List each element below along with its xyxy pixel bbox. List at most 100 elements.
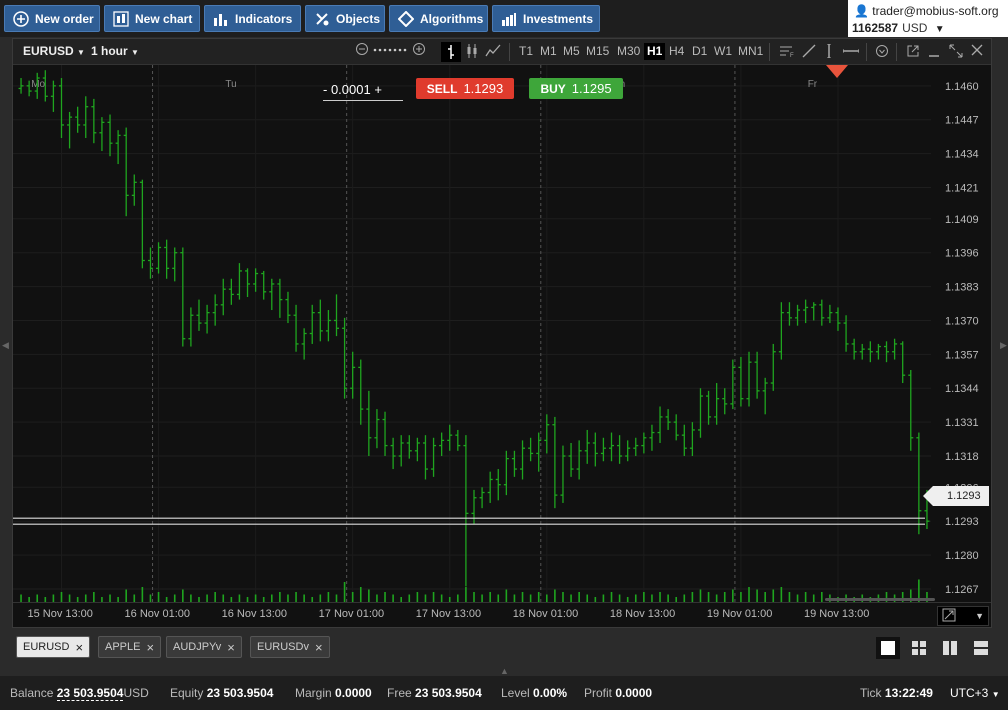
margin: Margin 0.0000 [295,686,372,700]
price-tick-label: 1.1267 [945,584,979,596]
zoom-in-icon[interactable] [412,42,426,59]
tab-audjpyv[interactable]: AUDJPYv × [166,636,242,658]
layout-rows-icon[interactable] [969,637,993,659]
sell-button[interactable]: SELL 1.1293 [416,78,514,99]
right-panel-handle[interactable]: ▶ [1000,340,1007,352]
account-panel[interactable]: 👤 trader@mobius-soft.org 1162587 USD ▼ [848,0,1008,37]
volume-bar [93,592,95,602]
volume-bar [812,594,815,602]
candle-chart-type-icon[interactable] [466,44,478,61]
zoom-slider[interactable] [373,42,409,59]
volume-bar [84,594,87,602]
volume-control[interactable]: - 0.0001 + [323,79,403,101]
timeframe-selector[interactable]: 1 hour ▼ [91,44,139,58]
scroll-to-end-marker[interactable] [826,65,848,81]
tab-eurusd[interactable]: EURUSD × [16,636,91,658]
volume-bar [562,592,564,602]
horizontal-lines-tool-icon[interactable]: F [779,44,795,61]
chart-settings-dropdown[interactable]: ▼ [937,606,989,626]
volume-value: - 0.0001 + [323,82,382,97]
volume-bar [182,589,184,602]
horizontal-line-tool-icon[interactable] [842,44,860,61]
left-panel-handle[interactable]: ◀ [2,340,9,352]
price-tick-label: 1.1280 [945,550,979,562]
close-icon[interactable] [971,43,983,60]
tf-m5[interactable]: M5 [563,44,580,58]
tab-apple[interactable]: APPLE × [98,636,162,658]
price-tick-label: 1.1370 [945,315,979,327]
volume-bar [554,589,556,602]
bar-chart-type-icon[interactable] [441,42,461,62]
time-tick-label: 16 Nov 01:00 [124,608,190,620]
zoom-out-icon[interactable] [355,42,369,59]
minimize-icon[interactable] [928,44,940,61]
price-chart-svg[interactable]: 1.1460 1.1447 1.1434 1.1421 1.1409 1.1396 1.13… [13,65,991,602]
volume-bar [60,592,63,602]
volume-bar [254,594,257,602]
volume-bar [683,594,686,602]
objects-button[interactable]: Objects [305,5,385,32]
volume-bar [748,587,750,602]
account-user[interactable]: 👤 trader@mobius-soft.org [854,4,999,18]
tf-m1[interactable]: M1 [540,44,557,58]
tf-mn1[interactable]: MN1 [738,44,763,58]
tf-t1[interactable]: T1 [519,44,533,58]
new-order-button[interactable]: New order [4,5,100,32]
close-icon[interactable]: × [75,640,83,655]
free-margin: Free 23 503.9504 [387,686,482,700]
layout-grid-icon[interactable] [907,637,931,659]
volume-bar [772,589,775,602]
investments-button[interactable]: Investments [492,5,600,32]
volume-bar [408,594,411,602]
price-chart[interactable]: 1.1460 1.1447 1.1434 1.1421 1.1409 1.1396 1.13… [13,65,991,602]
price-tick-label: 1.1434 [945,149,979,161]
price-tick-label: 1.1331 [945,417,979,429]
symbol-selector[interactable]: EURUSD ▼ [23,44,85,58]
volume-bar [643,592,645,602]
tf-m15[interactable]: M15 [586,44,609,58]
close-icon[interactable]: × [146,640,154,655]
layout-columns-icon[interactable] [938,637,962,659]
chevron-down-icon: ▼ [934,24,945,35]
target-icon[interactable] [875,44,889,61]
volume-bar [796,594,799,602]
maximize-icon[interactable] [949,44,963,61]
tf-d1[interactable]: D1 [692,44,707,58]
buy-button[interactable]: BUY 1.1295 [529,78,623,99]
close-icon[interactable]: × [315,640,323,655]
volume-bar [545,594,548,602]
volume-bar [602,594,605,602]
volume-bar [190,594,192,602]
balance-value[interactable]: 23 503.9504 [56,686,124,701]
algorithms-button[interactable]: Algorithms [389,5,488,32]
volume-bar [359,587,362,602]
indicators-button[interactable]: Indicators [204,5,301,32]
tf-h4[interactable]: H4 [669,44,684,58]
volume-bar [691,592,694,602]
time-tick-label: 15 Nov 13:00 [27,608,93,620]
volume-bar [634,594,637,602]
vertical-line-tool-icon[interactable] [824,43,834,61]
plus-circle-icon [13,10,29,27]
new-chart-label: New chart [135,11,193,26]
new-chart-button[interactable]: New chart [104,5,200,32]
chart-icon [113,10,129,27]
new-order-label: New order [35,11,94,26]
tf-w1[interactable]: W1 [714,44,732,58]
tf-m30[interactable]: M30 [617,44,640,58]
chart-scrollbar[interactable] [825,598,935,601]
time-tick-label: 19 Nov 13:00 [803,608,870,620]
layout-single-icon[interactable] [876,637,900,659]
volume-bar [279,592,281,602]
close-icon[interactable]: × [227,640,235,655]
timezone-selector[interactable]: UTC+3 ▼ [950,686,1000,700]
tf-h1[interactable]: H1 [644,43,666,60]
trading-app: New order New chart Indicators Objects A… [0,0,1008,710]
volume-bar [368,589,370,602]
footer-expand-handle[interactable]: ▲ [500,666,509,676]
popout-icon[interactable] [906,44,920,61]
line-chart-type-icon[interactable] [485,44,501,61]
account-selector[interactable]: 1162587 USD ▼ [852,21,945,35]
tab-eurusdv[interactable]: EURUSDv × [250,636,330,658]
trendline-tool-icon[interactable] [802,44,816,61]
